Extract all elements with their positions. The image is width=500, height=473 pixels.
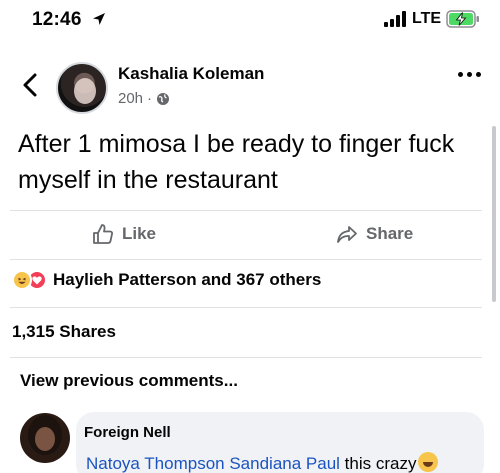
laughing-emoji-icon [418, 452, 439, 472]
share-button[interactable]: Share [336, 223, 413, 245]
post-actions: Like Share [0, 215, 490, 257]
divider-top [10, 210, 482, 211]
meta-separator: · [147, 90, 153, 107]
comment-mention-2[interactable]: Sandiana Paul [229, 454, 340, 473]
comment-author-name[interactable]: Foreign Nell [84, 424, 171, 441]
post-meta: 20h · [118, 90, 170, 107]
avatar-face [74, 78, 96, 104]
avatar-face [35, 427, 55, 451]
comment-mention-1[interactable]: Natoya Thompson [86, 454, 225, 473]
haha-reaction-icon [12, 270, 32, 290]
share-icon [337, 226, 357, 243]
more-icon[interactable] [458, 72, 482, 82]
comment-avatar[interactable] [20, 413, 70, 463]
shares-count[interactable]: 1,315 Shares [12, 322, 116, 342]
like-label: Like [122, 224, 157, 243]
post-header: Kashalia Koleman 20h · [0, 54, 500, 116]
view-previous-comments-link[interactable]: View previous comments... [20, 371, 238, 391]
share-label: Share [366, 224, 414, 243]
back-chevron-icon[interactable] [20, 72, 42, 98]
post-time[interactable]: 20h [118, 90, 143, 107]
divider-reactions [10, 307, 482, 308]
signal-icon [384, 11, 406, 27]
author-avatar[interactable] [56, 62, 108, 114]
reactions-summary: Haylieh Patterson and 367 others [53, 270, 322, 289]
divider-bottom [10, 259, 482, 260]
like-icon [93, 224, 113, 244]
comment-text: this crazy [344, 454, 417, 473]
scrollbar[interactable] [492, 126, 496, 302]
reactions-row[interactable]: Haylieh Patterson and 367 others [12, 270, 321, 290]
status-bar: 12:46 LTE [0, 0, 500, 40]
post-author-name[interactable]: Kashalia Koleman [118, 64, 264, 84]
divider-shares [10, 357, 482, 358]
network-type: LTE [412, 10, 442, 27]
comment-body: Natoya Thompson Sandiana Paul this crazy [86, 452, 439, 473]
post-text: After 1 mimosa I be ready to finger fuck… [18, 130, 455, 194]
status-time: 12:46 [32, 9, 82, 30]
location-arrow-icon [93, 13, 105, 25]
like-button[interactable]: Like [92, 223, 156, 245]
battery-charging-icon [446, 10, 479, 28]
globe-icon [157, 92, 170, 105]
